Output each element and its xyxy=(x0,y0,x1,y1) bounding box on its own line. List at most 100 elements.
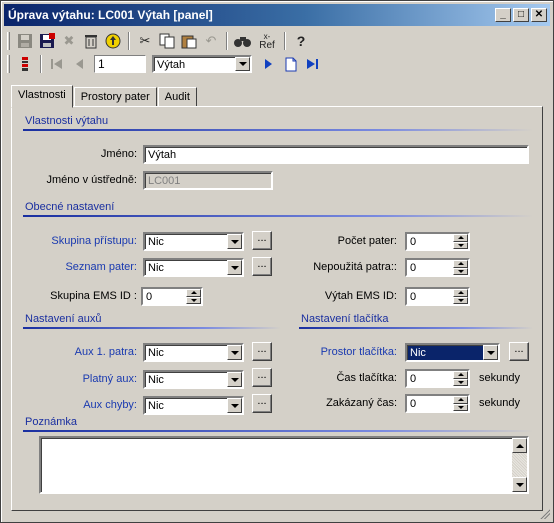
access-group-value: Nic xyxy=(148,236,164,248)
central-name-input: LC001 xyxy=(143,171,273,190)
floor-list-select[interactable]: Nic xyxy=(143,258,244,277)
error-aux-select[interactable]: Nic xyxy=(143,396,244,415)
ref-icon[interactable]: x- Ref xyxy=(254,30,280,52)
cut-icon[interactable]: ✂ xyxy=(134,30,156,52)
first-record-icon[interactable] xyxy=(46,53,68,75)
refresh-icon[interactable] xyxy=(102,30,124,52)
button-time-spinner[interactable]: 0 xyxy=(405,369,470,388)
chevron-down-icon[interactable] xyxy=(227,260,242,275)
chevron-down-icon[interactable] xyxy=(235,57,250,71)
spin-down-icon[interactable] xyxy=(186,296,201,304)
tab-prostory-pater[interactable]: Prostory pater xyxy=(73,87,157,107)
record-select[interactable]: Výtah xyxy=(152,55,252,73)
unused-floors-label: Nepoužitá patra:: xyxy=(313,261,397,273)
chevron-down-icon[interactable] xyxy=(227,234,242,249)
section-divider xyxy=(23,430,533,432)
minimize-button[interactable]: _ xyxy=(495,8,511,22)
section-divider xyxy=(23,215,533,217)
error-aux-label[interactable]: Aux chyby: xyxy=(21,399,137,411)
spin-up-icon[interactable] xyxy=(186,289,201,297)
section-aux-settings: Nastavení auxů xyxy=(25,313,102,325)
resize-grip-icon[interactable] xyxy=(538,507,550,519)
find-icon[interactable] xyxy=(232,30,254,52)
spin-up-icon[interactable] xyxy=(453,260,468,268)
spin-up-icon[interactable] xyxy=(453,371,468,379)
save-as-icon[interactable] xyxy=(36,30,58,52)
spin-down-icon[interactable] xyxy=(453,403,468,411)
next-record-icon[interactable] xyxy=(258,53,280,75)
valid-aux-browse-button[interactable]: ... xyxy=(252,368,272,387)
unused-floors-spinner[interactable]: 0 xyxy=(405,258,470,277)
last-record-icon[interactable] xyxy=(302,53,324,75)
maximize-button[interactable]: □ xyxy=(513,8,529,22)
record-select-value: Výtah xyxy=(157,59,186,71)
delete-x-icon[interactable]: ✖ xyxy=(58,30,80,52)
spin-up-icon[interactable] xyxy=(453,289,468,297)
spin-down-icon[interactable] xyxy=(453,296,468,304)
spin-down-icon[interactable] xyxy=(453,267,468,275)
floor-list-label[interactable]: Seznam pater: xyxy=(21,261,137,273)
spin-up-icon[interactable] xyxy=(453,234,468,242)
record-number-input[interactable]: 1 xyxy=(94,55,146,73)
note-scrollbar[interactable] xyxy=(512,438,527,492)
chevron-down-icon[interactable] xyxy=(227,345,242,360)
paste-icon[interactable] xyxy=(178,30,200,52)
button-space-value: Nic xyxy=(408,346,492,360)
floor-count-spinner[interactable]: 0 xyxy=(405,232,470,251)
toolbar-grip-2[interactable] xyxy=(7,55,10,73)
ems-group-value: 0 xyxy=(146,291,153,303)
access-group-select[interactable]: Nic xyxy=(143,232,244,251)
copy-icon[interactable] xyxy=(156,30,178,52)
record-indicator-icon xyxy=(14,53,36,75)
section-lift-properties: Vlastnosti výtahu xyxy=(25,115,109,127)
tab-vlastnosti[interactable]: Vlastnosti xyxy=(11,85,73,108)
lift-ems-value: 0 xyxy=(410,291,417,303)
central-name-label: Jméno v ústředně: xyxy=(46,174,138,186)
error-aux-browse-button[interactable]: ... xyxy=(252,394,272,413)
floor-list-value: Nic xyxy=(148,262,164,274)
aux1-browse-button[interactable]: ... xyxy=(252,342,272,361)
aux1-label[interactable]: Aux 1. patra: xyxy=(21,346,137,358)
button-space-label[interactable]: Prostor tlačítka: xyxy=(291,346,397,358)
trash-icon[interactable] xyxy=(80,30,102,52)
scroll-down-icon[interactable] xyxy=(512,477,527,492)
close-button[interactable]: ✕ xyxy=(531,8,547,22)
scroll-up-icon[interactable] xyxy=(512,438,527,453)
valid-aux-select[interactable]: Nic xyxy=(143,370,244,389)
spin-down-icon[interactable] xyxy=(453,241,468,249)
disabled-time-spinner[interactable]: 0 xyxy=(405,394,470,413)
previous-record-icon[interactable] xyxy=(68,53,90,75)
window-title: Úprava výtahu: LC001 Výtah [panel] xyxy=(8,8,213,22)
lift-ems-spinner[interactable]: 0 xyxy=(405,287,470,306)
floor-count-label: Počet pater: xyxy=(337,235,397,247)
chevron-down-icon[interactable] xyxy=(227,372,242,387)
chevron-down-icon[interactable] xyxy=(227,398,242,413)
floor-list-browse-button[interactable]: ... xyxy=(252,257,272,276)
unused-floors-value: 0 xyxy=(410,262,417,274)
note-textarea[interactable] xyxy=(39,436,529,494)
new-record-icon[interactable] xyxy=(280,53,302,75)
button-space-select[interactable]: Nic xyxy=(405,343,500,362)
tab-audit[interactable]: Audit xyxy=(157,87,197,107)
ems-group-spinner[interactable]: 0 xyxy=(141,287,203,306)
spin-down-icon[interactable] xyxy=(453,378,468,386)
aux1-select[interactable]: Nic xyxy=(143,343,244,362)
access-group-browse-button[interactable]: ... xyxy=(252,231,272,250)
section-divider xyxy=(23,129,533,131)
toolbar-grip[interactable] xyxy=(7,32,10,50)
floor-count-value: 0 xyxy=(410,236,417,248)
section-divider xyxy=(299,327,533,329)
button-time-value: 0 xyxy=(410,373,417,385)
button-time-label: Čas tlačítka: xyxy=(336,372,397,384)
spin-up-icon[interactable] xyxy=(453,396,468,404)
chevron-down-icon[interactable] xyxy=(483,345,498,360)
button-space-browse-button[interactable]: ... xyxy=(509,342,529,361)
save-icon[interactable] xyxy=(14,30,36,52)
help-icon[interactable]: ? xyxy=(290,30,312,52)
name-input[interactable]: Výtah xyxy=(143,145,529,164)
main-toolbar: ✖ ✂ ↶ x- Ref ? xyxy=(5,29,312,53)
undo-icon[interactable]: ↶ xyxy=(200,30,222,52)
valid-aux-label[interactable]: Platný aux: xyxy=(21,373,137,385)
title-bar[interactable]: Úprava výtahu: LC001 Výtah [panel] _ □ ✕ xyxy=(4,4,550,26)
access-group-label[interactable]: Skupina přístupu: xyxy=(21,235,137,247)
